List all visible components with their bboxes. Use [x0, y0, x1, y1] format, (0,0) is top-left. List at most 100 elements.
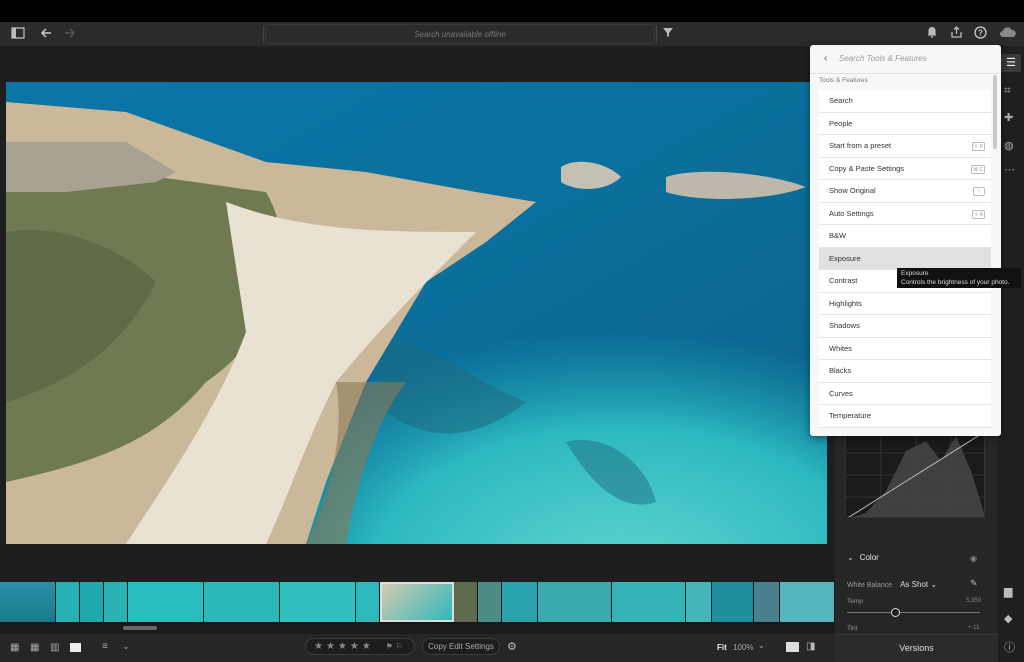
- temp-value[interactable]: 5,350: [966, 598, 981, 604]
- film-thumbnail[interactable]: [754, 582, 780, 622]
- tool-item[interactable]: Auto Settings ⇧ A: [819, 202, 991, 225]
- film-thumbnail[interactable]: [128, 582, 204, 622]
- tone-curve[interactable]: [845, 430, 985, 518]
- tint-label: Tint: [847, 625, 858, 632]
- back-arrow-icon[interactable]: [38, 26, 54, 42]
- color-section-header[interactable]: ⌄ Color: [847, 553, 879, 562]
- tools-features-dropdown: ‹ Search Tools & Features Tools & Featur…: [810, 45, 1001, 436]
- forward-arrow-icon[interactable]: [62, 26, 78, 42]
- filmstrip-scrollbar[interactable]: [123, 626, 157, 630]
- masking-icon[interactable]: ◍: [1004, 139, 1014, 152]
- film-thumbnail[interactable]: [280, 582, 356, 622]
- copy-edit-settings-button[interactable]: Copy Edit Settings: [422, 638, 500, 655]
- exposure-tooltip: Exposure Controls the brightness of your…: [897, 268, 1021, 288]
- film-thumbnail[interactable]: [356, 582, 380, 622]
- square-grid-icon[interactable]: ▦: [30, 642, 39, 653]
- film-thumbnail[interactable]: [502, 582, 538, 622]
- tool-item[interactable]: Highlights: [819, 292, 991, 315]
- film-thumbnail[interactable]: [712, 582, 754, 622]
- star-rating[interactable]: ★★★★★ ⚑⚐: [305, 638, 415, 655]
- more-icon[interactable]: ⋯: [1004, 163, 1015, 176]
- shortcut-badge: ⇧ P: [972, 142, 985, 151]
- before-after-icon[interactable]: ◨: [806, 641, 815, 652]
- cloud-icon[interactable]: [998, 26, 1018, 42]
- white-balance-dropdown[interactable]: As Shot ⌄: [900, 580, 937, 589]
- tool-item[interactable]: Blacks: [819, 360, 991, 383]
- tool-item[interactable]: Temperature: [819, 405, 991, 428]
- film-thumbnail[interactable]: [204, 582, 280, 622]
- temp-slider[interactable]: [847, 612, 980, 613]
- film-thumbnail[interactable]: [0, 582, 56, 622]
- zoom-chevron-icon[interactable]: ⌄: [758, 641, 765, 650]
- tag-icon[interactable]: ◆: [1004, 612, 1012, 625]
- edit-sliders-icon[interactable]: ☰: [1001, 54, 1021, 72]
- film-thumbnail[interactable]: [56, 582, 80, 622]
- eye-icon[interactable]: ◉: [970, 554, 977, 563]
- temp-slider-handle[interactable]: [891, 608, 900, 617]
- versions-button[interactable]: Versions: [835, 634, 998, 662]
- fit-label[interactable]: Fit: [717, 643, 727, 652]
- tool-item-label: Show Original: [829, 186, 876, 195]
- chevron-down-icon: ⌄: [847, 553, 854, 562]
- dropdown-scrollbar[interactable]: [993, 75, 997, 149]
- tooltip-description: Controls the brightness of your photo.: [901, 279, 1010, 286]
- tool-item-label: B&W: [829, 231, 847, 240]
- filter-icon[interactable]: [660, 26, 676, 42]
- sidebar-toggle-icon[interactable]: [10, 26, 26, 42]
- color-section-label: Color: [859, 553, 879, 562]
- tool-item-label: Shadows: [829, 321, 860, 330]
- window-top-bar: [0, 0, 1024, 22]
- sort-icon[interactable]: ≡: [102, 641, 108, 652]
- tool-item[interactable]: Whites: [819, 337, 991, 360]
- film-thumbnail[interactable]: [478, 582, 502, 622]
- eyedropper-icon[interactable]: ✎: [970, 578, 978, 589]
- tool-item[interactable]: People: [819, 112, 991, 135]
- film-thumbnail[interactable]: [686, 582, 712, 622]
- zoom-level[interactable]: 100%: [733, 643, 753, 652]
- tools-search-input[interactable]: Search Tools & Features: [839, 54, 927, 63]
- crop-icon[interactable]: ⌗: [1004, 83, 1011, 98]
- search-input[interactable]: Search unavailable offline: [265, 24, 655, 44]
- film-thumbnail[interactable]: [612, 582, 686, 622]
- info-overlay-icon[interactable]: [786, 642, 799, 652]
- tint-value[interactable]: + 11: [968, 625, 979, 631]
- chevron-left-icon[interactable]: ‹: [824, 53, 827, 64]
- help-icon[interactable]: ?: [972, 26, 988, 42]
- tool-item-label: Search: [829, 96, 853, 105]
- film-thumbnail[interactable]: [454, 582, 478, 622]
- share-icon[interactable]: [948, 26, 964, 42]
- film-thumbnail[interactable]: [780, 582, 835, 622]
- film-thumbnail-selected[interactable]: [380, 582, 454, 622]
- toolbar-divider: [656, 26, 657, 43]
- tool-item[interactable]: Show Original \: [819, 180, 991, 203]
- sort-chevron-icon[interactable]: ⌄: [122, 641, 130, 652]
- grid-view-icon[interactable]: ▦: [10, 642, 19, 653]
- tool-item[interactable]: B&W: [819, 225, 991, 248]
- detail-view-icon[interactable]: [70, 643, 81, 652]
- tool-item[interactable]: Search: [819, 90, 991, 113]
- tool-item[interactable]: Exposure: [819, 247, 991, 270]
- filmstrip: [0, 582, 835, 624]
- flag-pick-icon[interactable]: ⚑: [386, 642, 396, 651]
- film-thumbnail[interactable]: [538, 582, 612, 622]
- stars-text: ★★★★★: [314, 641, 374, 652]
- tool-item[interactable]: Copy & Paste Settings ⌘ C: [819, 157, 991, 180]
- shortcut-badge: ⇧ A: [972, 209, 985, 219]
- tool-item[interactable]: Curves: [819, 382, 991, 405]
- info-icon[interactable]: ⓘ: [1004, 639, 1015, 655]
- film-thumbnail[interactable]: [80, 582, 104, 622]
- healing-icon[interactable]: ✚: [1004, 111, 1013, 124]
- tool-item[interactable]: Start from a preset ⇧ P: [819, 135, 991, 158]
- shortcut-badge: ⌘ C: [971, 164, 985, 174]
- tool-item[interactable]: Shadows: [819, 315, 991, 338]
- flag-reject-icon[interactable]: ⚐: [396, 642, 406, 651]
- gear-icon[interactable]: ⚙: [507, 640, 517, 653]
- film-thumbnail[interactable]: [104, 582, 128, 622]
- tool-item-label: Temperature: [829, 411, 872, 420]
- bell-icon[interactable]: [924, 26, 940, 42]
- white-balance-value: As Shot: [900, 580, 929, 589]
- compare-view-icon[interactable]: ▥: [50, 642, 59, 653]
- comment-icon[interactable]: ▆: [1004, 585, 1012, 598]
- white-balance-row: White Balance As Shot ⌄: [847, 580, 937, 589]
- tool-item-label: Whites: [829, 343, 852, 353]
